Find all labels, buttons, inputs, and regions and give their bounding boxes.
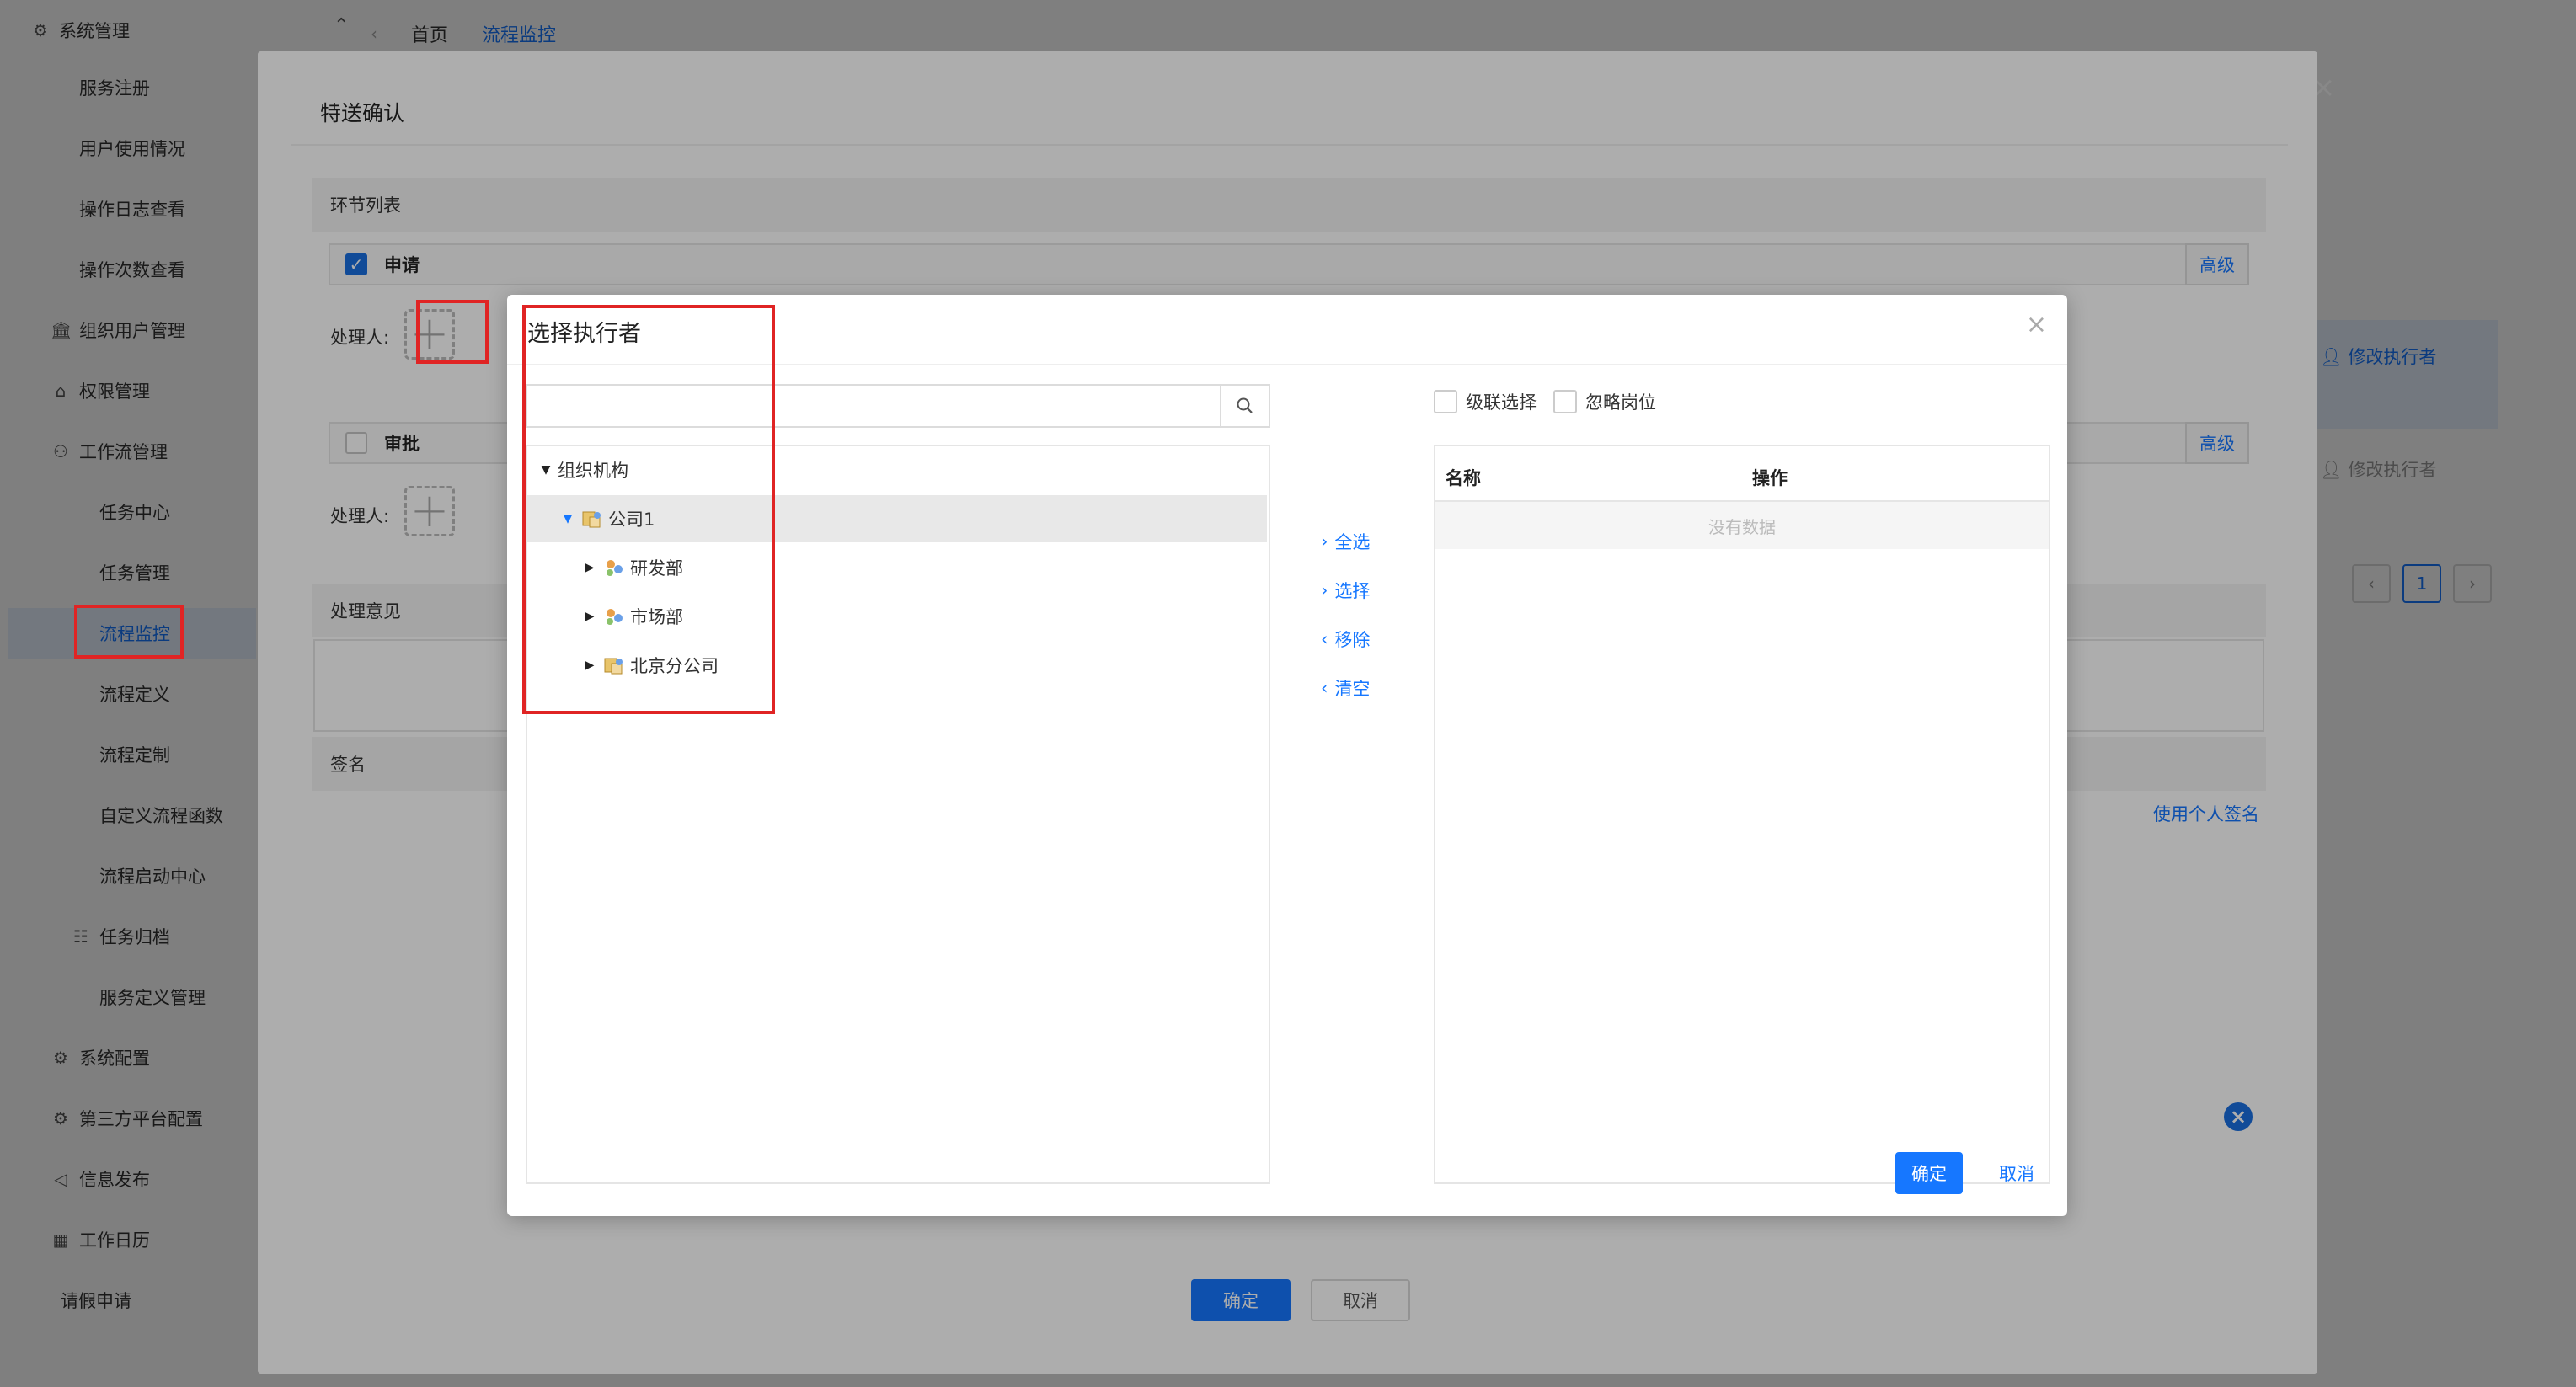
close-icon[interactable]: × xyxy=(2026,310,2047,339)
empty-state: 没有数据 xyxy=(1435,502,2049,549)
checkbox-box xyxy=(1434,390,1457,413)
chevron-left-icon: ‹ xyxy=(1321,629,1328,649)
col-name-header: 名称 xyxy=(1446,468,1481,488)
select-button[interactable]: › 选择 xyxy=(1321,578,1370,603)
checkbox-box xyxy=(1553,390,1577,413)
search-button[interactable] xyxy=(1220,386,1269,426)
search-icon xyxy=(1237,397,1253,413)
select-all-button[interactable]: › 全选 xyxy=(1321,529,1370,554)
chevron-right-icon: › xyxy=(1321,580,1328,600)
highlight-box-sidebar xyxy=(74,605,184,659)
chevron-left-icon: ‹ xyxy=(1321,678,1328,698)
executor-cancel-button[interactable]: 取消 xyxy=(1986,1152,2047,1194)
col-action-header: 操作 xyxy=(1752,468,1788,488)
clear-button[interactable]: ‹ 清空 xyxy=(1321,675,1370,701)
executor-ok-button[interactable]: 确定 xyxy=(1895,1152,1963,1194)
highlight-box-tree xyxy=(522,305,775,714)
cascade-select-checkbox[interactable]: 级联选择 xyxy=(1434,389,1537,414)
ignore-post-checkbox[interactable]: 忽略岗位 xyxy=(1553,389,1656,414)
highlight-box-add-handler xyxy=(416,300,489,364)
selected-table: 名称 操作 没有数据 xyxy=(1434,445,2050,1184)
remove-button[interactable]: ‹ 移除 xyxy=(1321,627,1370,652)
chevron-right-icon: › xyxy=(1321,531,1328,552)
table-header: 名称 操作 xyxy=(1435,446,2049,502)
